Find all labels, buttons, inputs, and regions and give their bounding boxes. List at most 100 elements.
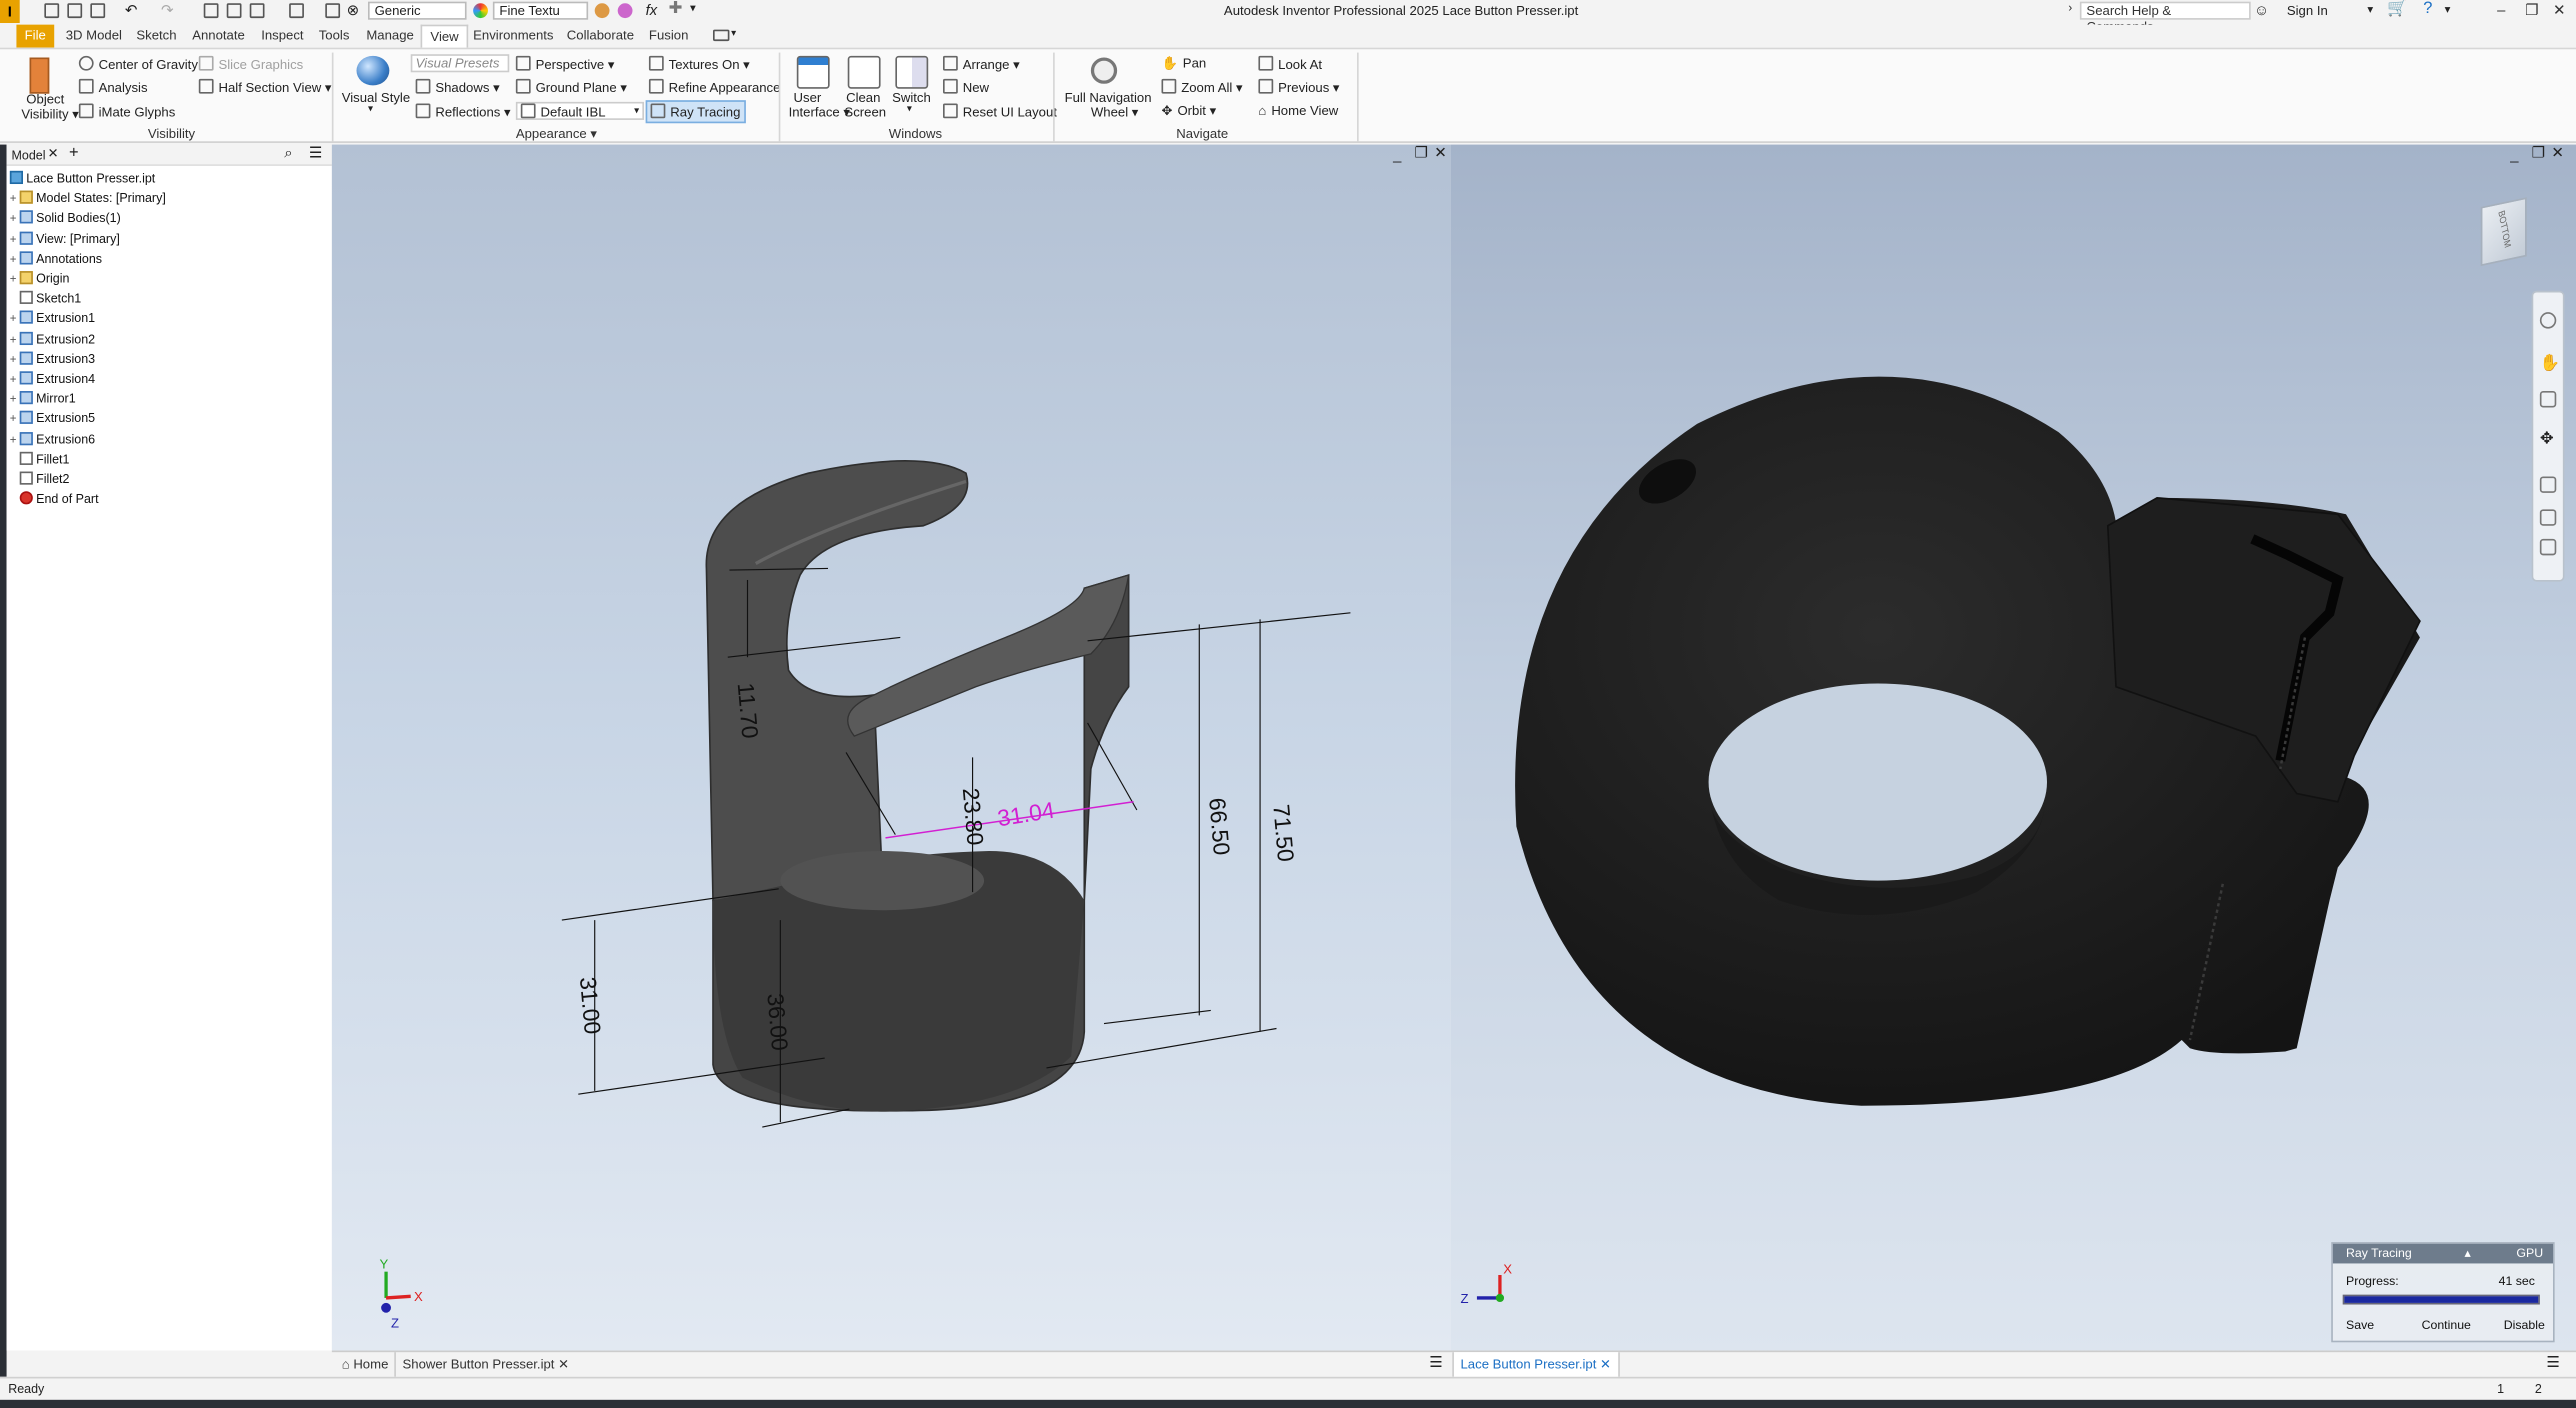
ray-tracing-button[interactable]: Ray Tracing (645, 100, 746, 124)
close-tab-icon[interactable]: ✕ (554, 1357, 569, 1372)
measure-icon[interactable]: ✚ (669, 0, 683, 18)
viewcube[interactable]: BOTTOM (2480, 197, 2527, 267)
refine-appearance-button[interactable]: Refine Appearance (648, 78, 780, 95)
help-icon[interactable]: ? (2423, 0, 2432, 18)
expand-icon[interactable]: + (7, 231, 20, 251)
graphics-viewport-right[interactable]: _ ❐ ✕ X Z BOTTOM (1450, 144, 2576, 1351)
nav-orbit-icon[interactable]: ✥ (2540, 430, 2554, 448)
arrange-button[interactable]: Arrange ▾ (942, 55, 1020, 72)
browser-item[interactable]: + Extrusion1 (7, 310, 96, 330)
browser-item[interactable]: + Extrusion5 (7, 410, 96, 430)
update-icon[interactable] (289, 3, 304, 19)
pan-button[interactable]: ✋ Pan (1161, 56, 1206, 71)
continue-button[interactable]: Continue (2422, 1318, 2471, 1333)
undo-icon[interactable]: ↶ (125, 2, 137, 20)
dimension-11-70[interactable]: 11.70 (733, 682, 764, 740)
browser-item[interactable]: + Annotations (7, 249, 102, 269)
zoom-all-button[interactable]: Zoom All ▾ (1161, 78, 1243, 95)
tab-view[interactable]: View (420, 24, 469, 48)
expand-icon[interactable]: + (7, 431, 20, 451)
search-expand-icon[interactable]: › (2068, 3, 2072, 15)
dimension-36-00[interactable]: 36.00 (762, 992, 793, 1052)
disable-button[interactable]: Disable (2504, 1318, 2545, 1333)
qat-dropdown-icon[interactable]: ▾ (690, 2, 696, 15)
nav-zoom-icon[interactable] (2539, 391, 2557, 408)
ground-plane-button[interactable]: Ground Plane ▾ (515, 78, 627, 95)
ribbon-toggle-icon[interactable] (712, 29, 730, 42)
appearance-icon[interactable] (594, 3, 610, 19)
tab-tools[interactable]: Tools (310, 25, 357, 48)
visual-style-dropdown-icon[interactable]: ▾ (368, 104, 373, 115)
search-input[interactable]: Search Help & Commands... (2079, 1, 2251, 35)
nav-pan-icon[interactable]: ✋ (2540, 355, 2560, 373)
close-browser-icon[interactable]: ✕ (48, 146, 59, 161)
browser-item[interactable]: Lace Button Presser.ipt (7, 169, 155, 189)
open-file-icon[interactable] (67, 3, 83, 19)
browser-item[interactable]: End of Part (7, 490, 99, 510)
restore-icon[interactable]: ❐ (2525, 2, 2538, 20)
minimize-icon[interactable]: – (2497, 2, 2505, 18)
dimension-66-50[interactable]: 66.50 (1204, 797, 1235, 857)
tab-sketch[interactable]: Sketch (128, 25, 185, 48)
tab-3d-model[interactable]: 3D Model (57, 25, 130, 48)
expand-icon[interactable]: + (7, 311, 20, 331)
clear-appearance-icon[interactable] (617, 3, 633, 19)
redo-icon[interactable]: ↷ (161, 2, 173, 20)
doc-tab-shower-button-presser[interactable]: Shower Button Presser.ipt ✕ (394, 1352, 575, 1377)
ribbon-toggle-dropdown-icon[interactable]: ▾ (731, 28, 736, 40)
look-at-button[interactable]: Look At (1258, 55, 1322, 72)
ibl-select[interactable]: Default IBL ▾ (515, 101, 644, 120)
sign-in-dropdown-icon[interactable]: ▾ (2367, 3, 2373, 17)
nav-zoom-window-icon[interactable] (2539, 509, 2557, 526)
select-icon[interactable] (325, 3, 341, 19)
steering-wheel-icon[interactable] (2539, 312, 2557, 329)
browser-item[interactable]: + Extrusion3 (7, 350, 96, 370)
part-model-left[interactable]: 11.70 23.80 31.04 66.50 71.50 31.00 36.0… (332, 145, 1451, 1351)
browser-menu-icon[interactable]: ☰ (309, 145, 322, 163)
project-icon[interactable] (226, 3, 242, 19)
tab-inspect[interactable]: Inspect (253, 25, 312, 48)
reflections-button[interactable]: Reflections ▾ (415, 103, 511, 120)
visual-presets-select[interactable]: Visual Presets (410, 54, 510, 73)
textures-on-button[interactable]: Textures On ▾ (648, 55, 750, 72)
doc-tab-lace-button-presser[interactable]: Lace Button Presser.ipt ✕ (1452, 1352, 1620, 1377)
shadows-button[interactable]: Shadows ▾ (415, 78, 500, 95)
tab-list-icon[interactable]: ☰ (1429, 1354, 1442, 1372)
browser-item[interactable]: + Mirror1 (7, 390, 76, 410)
browser-item[interactable]: + Extrusion4 (7, 370, 96, 390)
add-browser-icon[interactable]: + (69, 145, 79, 163)
browser-item[interactable]: + Extrusion2 (7, 330, 96, 350)
tab-fusion[interactable]: Fusion (641, 25, 697, 48)
clean-screen-button[interactable]: Clean (846, 90, 880, 105)
expand-icon[interactable]: + (7, 251, 20, 271)
browser-item[interactable]: Fillet1 (7, 450, 70, 470)
browser-item[interactable]: + Extrusion6 (7, 430, 96, 450)
perspective-button[interactable]: Perspective ▾ (515, 55, 615, 72)
dimension-23-80[interactable]: 23.80 (958, 787, 989, 847)
expand-icon[interactable]: + (7, 371, 20, 391)
parameters-fx-icon[interactable]: fx (646, 2, 658, 18)
browser-item[interactable]: Sketch1 (7, 289, 82, 309)
expand-icon[interactable]: + (7, 331, 20, 351)
model-tab[interactable]: Model (11, 148, 45, 163)
imate-glyphs-button[interactable]: iMate Glyphs (78, 103, 175, 120)
expand-icon[interactable]: + (7, 191, 20, 211)
expand-icon[interactable]: + (7, 271, 20, 291)
browser-item[interactable]: + Model States: [Primary] (7, 189, 166, 209)
full-navigation-wheel-button[interactable]: Full Navigation (1065, 90, 1152, 105)
visual-style-button[interactable]: Visual Style (342, 90, 410, 105)
tab-file[interactable]: File (16, 24, 55, 48)
home-view-button[interactable]: ⌂ Home View (1258, 104, 1338, 119)
material-select[interactable]: Generic (367, 1, 467, 20)
browser-item[interactable]: Fillet2 (7, 470, 70, 490)
save-button[interactable]: Save (2346, 1318, 2374, 1333)
help-dropdown-icon[interactable]: ▾ (2445, 3, 2451, 17)
collapse-icon[interactable]: ▴ (2464, 1245, 2470, 1260)
close-icon[interactable]: ✕ (2553, 2, 2565, 20)
object-visibility-button[interactable]: Object (26, 92, 64, 107)
expand-icon[interactable]: + (7, 411, 20, 431)
nav-walk-icon[interactable] (2539, 538, 2557, 556)
dimension-31-04[interactable]: 31.04 (996, 797, 1057, 832)
appearance-panel-label[interactable]: Appearance ▾ (516, 127, 597, 142)
sign-in-link[interactable]: Sign In (2287, 3, 2328, 18)
